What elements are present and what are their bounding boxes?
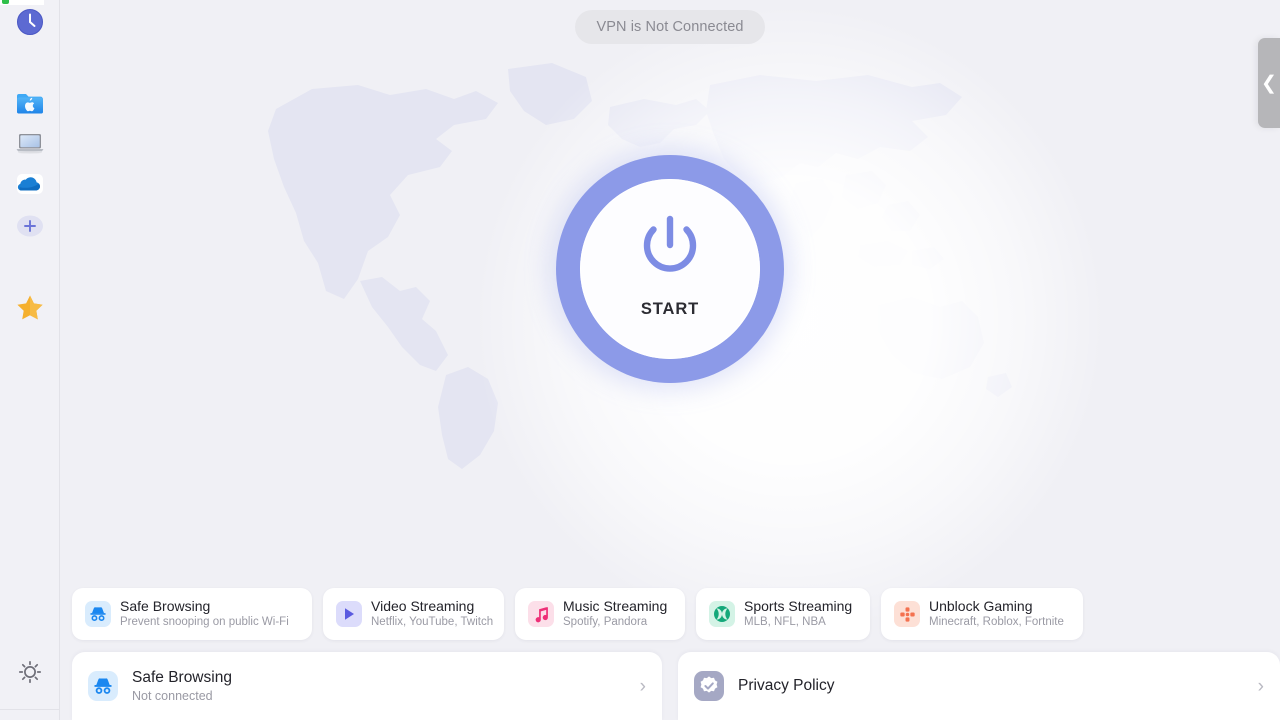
card-subtitle: Not connected — [132, 688, 213, 703]
privacy-policy-card[interactable]: Privacy Policy › — [678, 652, 1280, 720]
sidebar-item-favorites[interactable] — [0, 290, 60, 324]
feature-chip-title: Unblock Gaming — [929, 598, 1033, 615]
sidebar-item-onedrive[interactable] — [0, 167, 60, 201]
feature-chip-unblock-gaming[interactable]: Unblock Gaming Minecraft, Roblox, Fortni… — [881, 588, 1083, 640]
vpn-power-button[interactable]: START — [556, 155, 784, 383]
incognito-icon — [88, 671, 118, 701]
gear-icon — [18, 660, 42, 684]
feature-chip-subtitle: Minecraft, Roblox, Fortnite — [929, 616, 1064, 629]
feature-chip-title: Safe Browsing — [120, 598, 211, 615]
vpn-status-text: VPN is Not Connected — [596, 19, 744, 35]
incognito-icon — [85, 601, 111, 627]
safe-browsing-card[interactable]: Safe Browsing Not connected › — [72, 652, 662, 720]
verified-badge-icon — [694, 671, 724, 701]
applications-folder-icon — [17, 94, 43, 114]
window-zoom-dot — [2, 0, 9, 4]
tennis-ball-icon — [709, 601, 735, 627]
vpn-status-badge: VPN is Not Connected — [575, 10, 765, 44]
feature-chip-video-streaming[interactable]: Video Streaming Netflix, YouTube, Twitch — [323, 588, 504, 640]
vpn-app-window: VPN is Not Connected START ❮ Safe Browsi… — [0, 0, 1280, 720]
feature-chip-title: Music Streaming — [563, 598, 668, 615]
star-icon — [17, 295, 43, 319]
feature-chip-music-streaming[interactable]: Music Streaming Spotify, Pandora — [515, 588, 685, 640]
cloud-icon — [17, 174, 43, 194]
card-title: Safe Browsing — [132, 668, 232, 686]
feature-chip-subtitle: Prevent snooping on public Wi-Fi — [120, 616, 289, 629]
music-note-icon — [528, 601, 554, 627]
sidebar-item-settings[interactable] — [0, 655, 60, 689]
feature-chip-subtitle: Spotify, Pandora — [563, 616, 648, 629]
feature-chip-sports-streaming[interactable]: Sports Streaming MLB, NFL, NBA — [696, 588, 870, 640]
clock-icon — [17, 9, 43, 35]
feature-chip-safe-browsing[interactable]: Safe Browsing Prevent snooping on public… — [72, 588, 312, 640]
power-icon — [643, 215, 697, 272]
chevron-right-icon: › — [1257, 675, 1264, 697]
sidebar-item-applications[interactable] — [0, 86, 60, 120]
power-button-label: START — [640, 300, 700, 318]
gamepad-icon — [894, 601, 920, 627]
sidebar-item-desktop[interactable] — [0, 126, 60, 160]
sidebar — [0, 0, 60, 720]
feature-chip-title: Sports Streaming — [744, 598, 853, 615]
sidebar-item-recents[interactable] — [0, 5, 60, 39]
sidebar-item-add-location[interactable] — [0, 209, 60, 243]
chevron-left-icon: ❮ — [1261, 72, 1277, 94]
feature-chip-subtitle: Netflix, YouTube, Twitch — [371, 616, 494, 629]
feature-chip-subtitle: MLB, NFL, NBA — [744, 616, 826, 629]
card-title: Privacy Policy — [738, 677, 835, 694]
sidebar-divider — [0, 709, 60, 710]
feature-chip-title: Video Streaming — [371, 598, 475, 615]
side-panel-handle[interactable]: ❮ — [1258, 38, 1280, 128]
play-icon — [336, 601, 362, 627]
chevron-right-icon: › — [639, 675, 646, 697]
feature-chip-list: Safe Browsing Prevent snooping on public… — [72, 588, 1083, 640]
plus-circle-icon — [17, 215, 43, 237]
laptop-icon — [16, 134, 44, 154]
